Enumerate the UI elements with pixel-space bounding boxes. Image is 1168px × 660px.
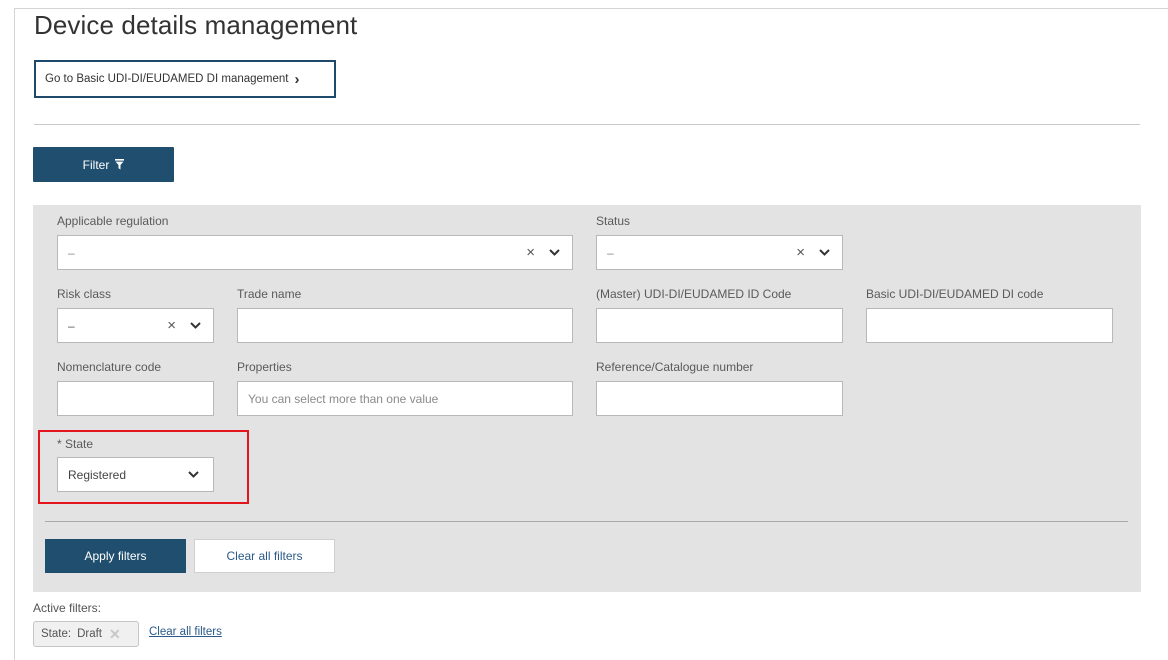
filter-icon [115,159,125,170]
status-value: – [607,245,614,260]
status-label: Status [596,214,631,228]
master-udi-input[interactable] [596,308,843,343]
applicable-regulation-select[interactable]: – × [57,235,573,270]
clear-x-icon[interactable]: × [167,317,176,334]
applicable-regulation-value: – [68,245,75,260]
status-select[interactable]: – × [596,235,843,270]
properties-multiselect[interactable]: You can select more than one value [237,381,573,416]
filter-button-label: Filter [82,157,110,172]
chip-key: State: [41,628,72,640]
divider [34,124,1140,125]
properties-label: Properties [237,360,292,374]
frame-border-left [14,8,15,660]
page-title: Device details management [34,10,358,40]
clear-all-filters-button[interactable]: Clear all filters [194,539,335,573]
clear-all-filters-link[interactable]: Clear all filters [149,626,222,638]
apply-filters-button[interactable]: Apply filters [45,539,186,573]
basic-udi-label: Basic UDI-DI/EUDAMED DI code [866,287,1044,301]
clear-x-icon[interactable]: × [796,244,805,261]
panel-divider [45,521,1128,522]
frame-border-top [14,8,1168,9]
chevron-right-icon: › [294,70,300,88]
active-filter-chip: State: Draft ✕ [33,621,139,647]
trade-name-label: Trade name [237,287,302,301]
basic-udi-input[interactable] [866,308,1113,343]
active-filters-label: Active filters: [33,601,102,615]
clear-x-icon[interactable]: × [526,244,535,261]
chevron-down-icon[interactable] [190,322,201,329]
applicable-regulation-label: Applicable regulation [57,214,169,228]
state-highlight-box [38,430,249,504]
chevron-down-icon[interactable] [819,249,830,256]
risk-class-label: Risk class [57,287,112,301]
nomenclature-code-input[interactable] [57,381,214,416]
master-udi-label: (Master) UDI-DI/EUDAMED ID Code [596,287,792,301]
reference-catalogue-label: Reference/Catalogue number [596,360,754,374]
nomenclature-code-label: Nomenclature code [57,360,162,374]
chip-remove-icon[interactable]: ✕ [109,626,121,643]
goto-basic-udi-label: Go to Basic UDI-DI/EUDAMED DI management [45,73,289,85]
goto-basic-udi-button[interactable]: Go to Basic UDI-DI/EUDAMED DI management… [34,60,336,98]
risk-class-select[interactable]: – × [57,308,214,343]
filter-toggle-button[interactable]: Filter [33,147,174,182]
chip-value: Draft [77,628,102,640]
chevron-down-icon[interactable] [549,249,560,256]
properties-placeholder: You can select more than one value [248,391,439,406]
trade-name-input[interactable] [237,308,573,343]
reference-catalogue-input[interactable] [596,381,843,416]
risk-class-value: – [68,318,75,333]
